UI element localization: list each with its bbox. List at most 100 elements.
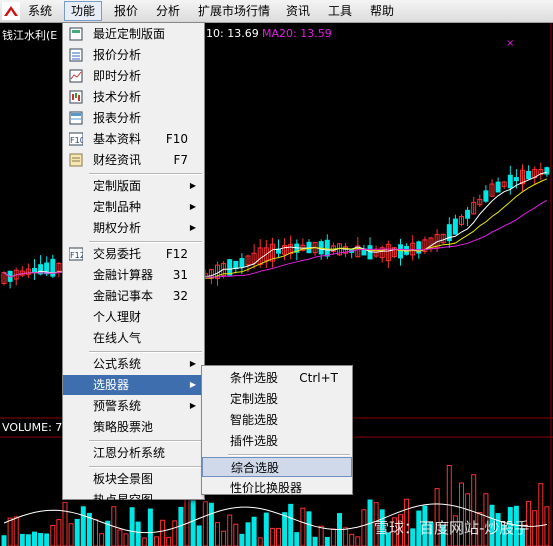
menu-tools[interactable]: 工具 [326, 3, 354, 19]
menu-item-label: 板块全景图 [93, 472, 154, 486]
menu-item[interactable]: 报价分析 [63, 45, 204, 65]
volume-bar [245, 522, 251, 546]
volume-bar [68, 523, 74, 546]
menu-item[interactable]: 个人理财 [63, 307, 204, 327]
menu-separator [89, 466, 202, 468]
menu-item-label: 报表分析 [93, 111, 142, 125]
menu-item[interactable]: F12 交易委托 F12 [63, 244, 204, 264]
menu-item[interactable]: 性价比换股器 [202, 478, 352, 498]
menu-item[interactable]: 选股器 ▶ [63, 375, 204, 395]
volume-bar [123, 533, 129, 546]
submenu-arrow-icon: ▶ [189, 380, 196, 389]
volume-bar [13, 516, 19, 546]
menu-item[interactable]: 即时分析 [63, 66, 204, 86]
menu-item[interactable]: 定制选股 [202, 389, 352, 409]
candle-body [465, 209, 471, 219]
volume-bar [208, 502, 214, 546]
volume-bar [80, 506, 86, 546]
menu-item-shortcut: Ctrl+T [299, 371, 338, 385]
realtime-chart-icon [69, 69, 83, 83]
menu-item[interactable]: 江恩分析系统 [63, 443, 204, 463]
menu-item[interactable]: 策略股票池 [63, 417, 204, 437]
menu-analysis[interactable]: 分析 [154, 3, 182, 19]
submenu-arrow-icon: ▶ [189, 359, 196, 368]
volume-bar [532, 510, 538, 546]
stock-selector-submenu: 条件选股 Ctrl+T 定制选股智能选股插件选股综合选股性价比换股器 [201, 365, 353, 495]
quote-analysis-icon [69, 48, 83, 62]
volume-bar [74, 518, 80, 546]
stock-name-label: 钱江水利(E [2, 29, 58, 42]
f12-icon: F12 [69, 247, 83, 261]
ma20-value: MA20: 13.59 [262, 27, 332, 40]
menu-item[interactable]: 金融记事本 32 [63, 286, 204, 306]
candle-body [526, 170, 532, 180]
candle-body [239, 258, 245, 268]
menu-item-shortcut: 31 [172, 268, 188, 282]
menu-system[interactable]: 系统 [26, 3, 54, 19]
menu-function[interactable]: 功能 [64, 1, 103, 21]
volume-bar [215, 522, 220, 546]
menu-extended-market[interactable]: 扩展市场行情 [196, 3, 272, 19]
menu-separator [89, 241, 202, 243]
candle-body [227, 259, 233, 276]
menu-item[interactable]: 技术分析 [63, 87, 204, 107]
volume-bar [44, 533, 50, 546]
volume-bar [141, 537, 147, 546]
volume-bar [117, 529, 123, 546]
volume-bar [312, 536, 318, 546]
menu-item[interactable]: 最近定制版面 [63, 24, 204, 44]
volume-bar [196, 525, 202, 546]
menu-item-label: 定制版面 [93, 179, 142, 193]
candle-body [233, 260, 239, 270]
submenu-arrow-icon: ▶ [189, 401, 196, 410]
menu-item-label: 综合选股 [231, 461, 280, 475]
menu-separator [89, 351, 202, 353]
report-table-icon [69, 111, 83, 125]
menu-quote[interactable]: 报价 [112, 3, 140, 19]
menu-item[interactable]: 报表分析 [63, 108, 204, 128]
menu-item[interactable]: 公式系统 ▶ [63, 354, 204, 374]
menu-item[interactable]: 预警系统 ▶ [63, 396, 204, 416]
watermark-text: 雪球：百度网站-炒股手 [374, 519, 530, 537]
menu-item-label: 智能选股 [230, 413, 279, 427]
menu-item-shortcut: F10 [165, 132, 188, 146]
menu-news[interactable]: 资讯 [284, 3, 312, 19]
menu-item[interactable]: 板块全景图 [63, 469, 204, 489]
menu-item-label: 期权分析 [93, 221, 142, 235]
volume-bar [239, 533, 245, 546]
menu-item-label: 金融记事本 [93, 289, 154, 303]
menu-item[interactable]: 插件选股 [202, 431, 352, 451]
menu-item-label: 预警系统 [93, 399, 142, 413]
menu-item[interactable]: 在线人气 [63, 328, 204, 348]
menu-help[interactable]: 帮助 [368, 3, 396, 19]
submenu-arrow-icon: ▶ [189, 223, 196, 232]
menu-item[interactable]: 定制版面 ▶ [63, 176, 204, 196]
menu-separator [89, 440, 202, 442]
candle-body [452, 218, 458, 235]
volume-bar [154, 536, 159, 546]
menu-item-label: 基本资料 [93, 132, 142, 146]
menu-item[interactable]: 金融计算器 31 [63, 265, 204, 285]
app-logo-icon [2, 2, 20, 20]
candle-body [398, 244, 403, 259]
ma10-value: 10: 13.69 [206, 27, 259, 40]
menu-item-label: 金融计算器 [93, 268, 154, 282]
f10-icon: F10 [69, 132, 83, 146]
menu-item-label: 性价比换股器 [230, 481, 303, 495]
volume-bar [306, 511, 312, 546]
menu-item[interactable]: 综合选股 [202, 457, 352, 477]
menu-item[interactable]: 定制品种 ▶ [63, 197, 204, 217]
menu-item[interactable]: 期权分析 ▶ [63, 218, 204, 238]
menu-item-label: 定制选股 [230, 392, 279, 406]
function-dropdown-menu: 最近定制版面 报价分析 即时分析 技术分析报表分析 F10 基本资料 F10 财经资讯 F7 定制… [62, 22, 205, 507]
menu-item-label: 定制品种 [93, 200, 142, 214]
menu-item[interactable]: 财经资讯 F7 [63, 150, 204, 170]
menu-item[interactable]: 热点星空图 [63, 490, 204, 510]
volume-bar [544, 506, 550, 546]
volume-bar [32, 531, 37, 546]
menu-item[interactable]: F10 基本资料 F10 [63, 129, 204, 149]
volume-bar [269, 527, 275, 546]
volume-bar [135, 521, 141, 546]
menu-item[interactable]: 智能选股 [202, 410, 352, 430]
menu-item[interactable]: 条件选股 Ctrl+T [202, 368, 352, 388]
